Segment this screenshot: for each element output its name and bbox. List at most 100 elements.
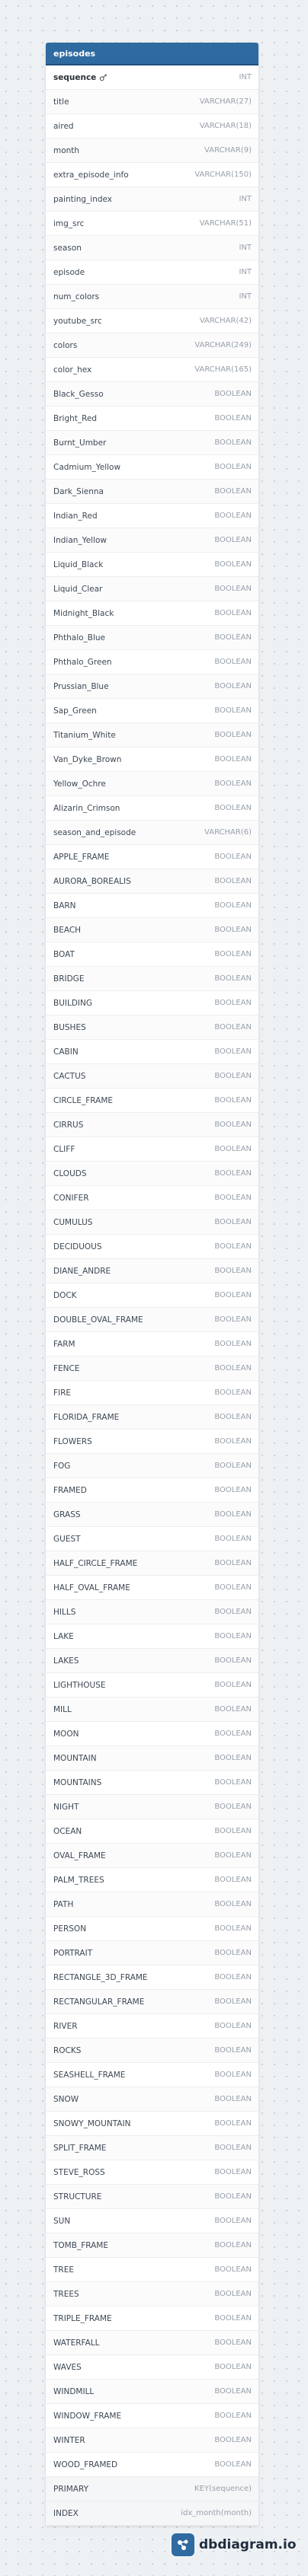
table-field-row[interactable]: RIVER BOOLEAN xyxy=(46,2014,258,2039)
table-field-row[interactable]: FIRE BOOLEAN xyxy=(46,1381,258,1405)
table-field-row[interactable]: Titanium_White BOOLEAN xyxy=(46,723,258,748)
table-field-row[interactable]: AURORA_BOREALIS BOOLEAN xyxy=(46,869,258,894)
table-field-row[interactable]: BUILDING BOOLEAN xyxy=(46,991,258,1015)
table-field-row[interactable]: RECTANGLE_3D_FRAME BOOLEAN xyxy=(46,1965,258,1990)
table-field-row[interactable]: Cadmium_Yellow BOOLEAN xyxy=(46,455,258,480)
table-field-row[interactable]: Dark_Sienna BOOLEAN xyxy=(46,480,258,504)
table-field-row[interactable]: Phthalo_Blue BOOLEAN xyxy=(46,626,258,650)
table-field-row[interactable]: MOON BOOLEAN xyxy=(46,1722,258,1746)
table-field-row[interactable]: Alizarin_Crimson BOOLEAN xyxy=(46,796,258,821)
table-field-row[interactable]: CLIFF BOOLEAN xyxy=(46,1137,258,1162)
table-field-row[interactable]: GUEST BOOLEAN xyxy=(46,1527,258,1551)
table-field-row[interactable]: HILLS BOOLEAN xyxy=(46,1600,258,1624)
table-field-row[interactable]: Van_Dyke_Brown BOOLEAN xyxy=(46,748,258,772)
table-field-row[interactable]: Midnight_Black BOOLEAN xyxy=(46,601,258,626)
table-field-row[interactable]: SEASHELL_FRAME BOOLEAN xyxy=(46,2063,258,2087)
table-field-row[interactable]: WOOD_FRAMED BOOLEAN xyxy=(46,2453,258,2477)
table-field-row[interactable]: CONIFER BOOLEAN xyxy=(46,1186,258,1210)
table-field-row[interactable]: CLOUDS BOOLEAN xyxy=(46,1162,258,1186)
table-field-row[interactable]: WINDOW_FRAME BOOLEAN xyxy=(46,2404,258,2428)
table-episodes[interactable]: episodes sequence INT title VARCHAR(27) aire… xyxy=(46,43,258,2526)
table-field-row[interactable]: LIGHTHOUSE BOOLEAN xyxy=(46,1673,258,1698)
table-field-row[interactable]: WATERFALL BOOLEAN xyxy=(46,2331,258,2355)
table-field-row[interactable]: title VARCHAR(27) xyxy=(46,90,258,114)
table-field-row[interactable]: Sap_Green BOOLEAN xyxy=(46,699,258,723)
table-field-row[interactable]: FRAMED BOOLEAN xyxy=(46,1478,258,1503)
table-field-row[interactable]: GRASS BOOLEAN xyxy=(46,1503,258,1527)
table-field-row[interactable]: SUN BOOLEAN xyxy=(46,2209,258,2233)
table-field-row[interactable]: episode INT xyxy=(46,260,258,285)
table-field-row[interactable]: CACTUS BOOLEAN xyxy=(46,1064,258,1089)
table-field-row[interactable]: TRIPLE_FRAME BOOLEAN xyxy=(46,2307,258,2331)
table-field-row[interactable]: img_src VARCHAR(51) xyxy=(46,212,258,236)
table-field-row[interactable]: extra_episode_info VARCHAR(150) xyxy=(46,163,258,187)
table-field-row[interactable]: HALF_OVAL_FRAME BOOLEAN xyxy=(46,1576,258,1600)
table-field-row[interactable]: FOG BOOLEAN xyxy=(46,1454,258,1478)
table-field-row[interactable]: MOUNTAIN BOOLEAN xyxy=(46,1746,258,1771)
table-field-row[interactable]: FLOWERS BOOLEAN xyxy=(46,1430,258,1454)
table-field-row[interactable]: TOMB_FRAME BOOLEAN xyxy=(46,2233,258,2258)
table-field-row[interactable]: CABIN BOOLEAN xyxy=(46,1040,258,1064)
table-field-row[interactable]: WINDMILL BOOLEAN xyxy=(46,2380,258,2404)
table-field-row[interactable]: STEVE_ROSS BOOLEAN xyxy=(46,2160,258,2185)
table-field-row[interactable]: OCEAN BOOLEAN xyxy=(46,1819,258,1844)
table-field-row[interactable]: colors VARCHAR(249) xyxy=(46,333,258,358)
table-field-row[interactable]: Phthalo_Green BOOLEAN xyxy=(46,650,258,674)
table-field-row[interactable]: FENCE BOOLEAN xyxy=(46,1357,258,1381)
table-field-row[interactable]: DECIDUOUS BOOLEAN xyxy=(46,1235,258,1259)
table-field-row[interactable]: FARM BOOLEAN xyxy=(46,1332,258,1357)
table-index-row[interactable]: INDEX idx_month(month) xyxy=(46,2501,258,2526)
table-field-row[interactable]: APPLE_FRAME BOOLEAN xyxy=(46,845,258,869)
table-field-row[interactable]: painting_index INT xyxy=(46,187,258,212)
table-field-row[interactable]: sequence INT xyxy=(46,65,258,90)
table-field-row[interactable]: color_hex VARCHAR(165) xyxy=(46,358,258,382)
table-field-row[interactable]: WAVES BOOLEAN xyxy=(46,2355,258,2380)
table-field-row[interactable]: season INT xyxy=(46,236,258,260)
table-field-row[interactable]: PATH BOOLEAN xyxy=(46,1892,258,1917)
table-field-row[interactable]: SNOWY_MOUNTAIN BOOLEAN xyxy=(46,2112,258,2136)
table-field-row[interactable]: DIANE_ANDRE BOOLEAN xyxy=(46,1259,258,1283)
table-field-row[interactable]: RECTANGULAR_FRAME BOOLEAN xyxy=(46,1990,258,2014)
table-field-row[interactable]: Liquid_Clear BOOLEAN xyxy=(46,577,258,601)
table-field-row[interactable]: BOAT BOOLEAN xyxy=(46,942,258,967)
table-field-row[interactable]: CUMULUS BOOLEAN xyxy=(46,1210,258,1235)
table-field-row[interactable]: FLORIDA_FRAME BOOLEAN xyxy=(46,1405,258,1430)
table-field-row[interactable]: MOUNTAINS BOOLEAN xyxy=(46,1771,258,1795)
table-field-row[interactable]: SNOW BOOLEAN xyxy=(46,2087,258,2112)
table-field-row[interactable]: num_colors INT xyxy=(46,285,258,309)
table-field-row[interactable]: aired VARCHAR(18) xyxy=(46,114,258,139)
table-field-row[interactable]: Yellow_Ochre BOOLEAN xyxy=(46,772,258,796)
brand-watermark[interactable]: dbdiagram.io xyxy=(172,2530,297,2560)
table-field-row[interactable]: CIRCLE_FRAME BOOLEAN xyxy=(46,1089,258,1113)
table-header[interactable]: episodes xyxy=(46,43,258,65)
table-field-row[interactable]: PORTRAIT BOOLEAN xyxy=(46,1941,258,1965)
table-field-row[interactable]: CIRRUS BOOLEAN xyxy=(46,1113,258,1137)
table-field-row[interactable]: LAKES BOOLEAN xyxy=(46,1649,258,1673)
table-field-row[interactable]: Burnt_Umber BOOLEAN xyxy=(46,431,258,455)
table-field-row[interactable]: TREES BOOLEAN xyxy=(46,2282,258,2307)
table-field-row[interactable]: PALM_TREES BOOLEAN xyxy=(46,1868,258,1892)
table-field-row[interactable]: TREE BOOLEAN xyxy=(46,2258,258,2282)
table-field-row[interactable]: HALF_CIRCLE_FRAME BOOLEAN xyxy=(46,1551,258,1576)
table-field-row[interactable]: ROCKS BOOLEAN xyxy=(46,2039,258,2063)
table-field-row[interactable]: Bright_Red BOOLEAN xyxy=(46,406,258,431)
table-field-row[interactable]: month VARCHAR(9) xyxy=(46,139,258,163)
table-field-row[interactable]: Prussian_Blue BOOLEAN xyxy=(46,674,258,699)
table-field-row[interactable]: LAKE BOOLEAN xyxy=(46,1624,258,1649)
table-field-row[interactable]: Indian_Red BOOLEAN xyxy=(46,504,258,528)
table-field-row[interactable]: WINTER BOOLEAN xyxy=(46,2428,258,2453)
table-field-row[interactable]: Liquid_Black BOOLEAN xyxy=(46,553,258,577)
table-index-row[interactable]: PRIMARY KEY(sequence) xyxy=(46,2477,258,2501)
table-field-row[interactable]: Indian_Yellow BOOLEAN xyxy=(46,528,258,553)
table-field-row[interactable]: OVAL_FRAME BOOLEAN xyxy=(46,1844,258,1868)
table-field-row[interactable]: youtube_src VARCHAR(42) xyxy=(46,309,258,333)
table-field-row[interactable]: PERSON BOOLEAN xyxy=(46,1917,258,1941)
table-field-row[interactable]: STRUCTURE BOOLEAN xyxy=(46,2185,258,2209)
table-field-row[interactable]: NIGHT BOOLEAN xyxy=(46,1795,258,1819)
table-field-row[interactable]: Black_Gesso BOOLEAN xyxy=(46,382,258,406)
table-field-row[interactable]: DOUBLE_OVAL_FRAME BOOLEAN xyxy=(46,1308,258,1332)
table-field-row[interactable]: BUSHES BOOLEAN xyxy=(46,1015,258,1040)
table-field-row[interactable]: MILL BOOLEAN xyxy=(46,1698,258,1722)
table-field-row[interactable]: BEACH BOOLEAN xyxy=(46,918,258,942)
table-field-row[interactable]: SPLIT_FRAME BOOLEAN xyxy=(46,2136,258,2160)
